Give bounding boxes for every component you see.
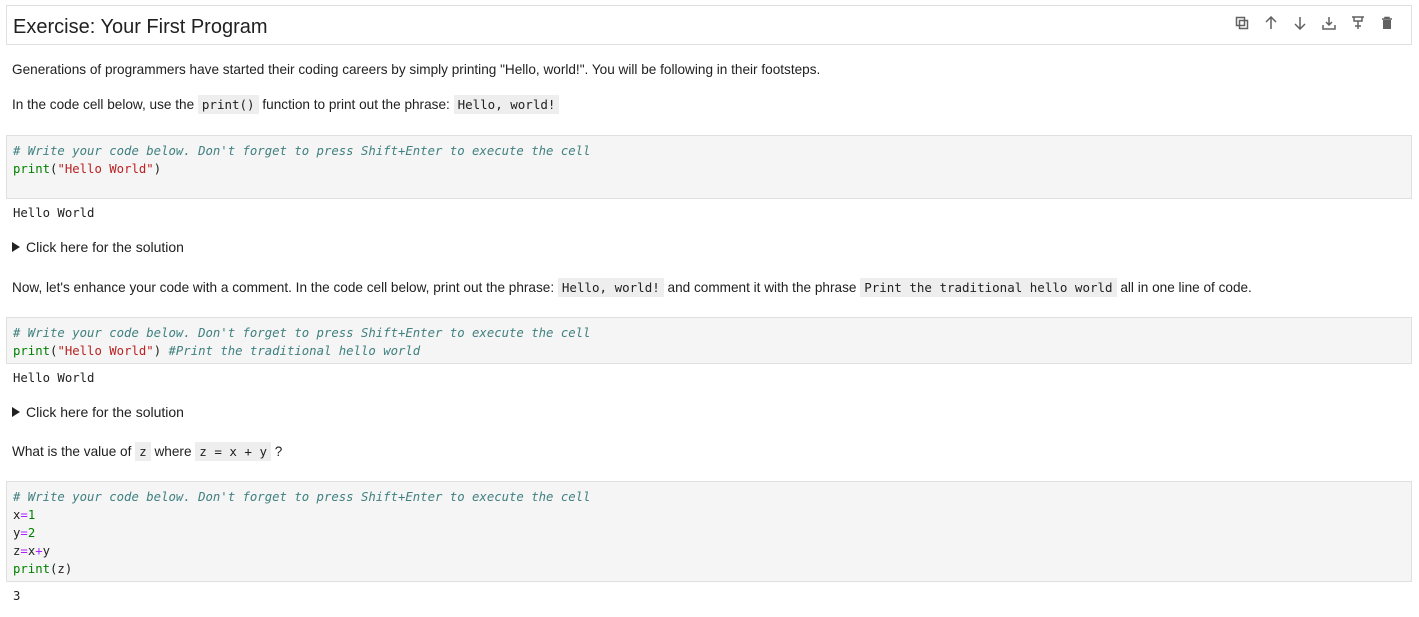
code-comment: # Write your code below. Don't forget to… bbox=[13, 144, 591, 158]
question-paragraph: What is the value of z where z = x + y ? bbox=[12, 442, 283, 461]
code-operator: = bbox=[20, 544, 28, 558]
inline-code: z bbox=[135, 442, 151, 461]
cell-toolbar bbox=[1231, 12, 1397, 33]
code-function: print bbox=[13, 162, 51, 176]
inline-code: Hello, world! bbox=[453, 95, 560, 114]
inline-code: Print the traditional hello world bbox=[860, 278, 1117, 297]
disclosure-triangle-icon bbox=[12, 407, 20, 417]
code-number: 2 bbox=[27, 526, 36, 540]
instruction-paragraph-1: In the code cell below, use the print() … bbox=[12, 95, 560, 114]
disclosure-triangle-icon bbox=[12, 242, 20, 252]
code-argument: (z) bbox=[50, 562, 73, 576]
page-title: Exercise: Your First Program bbox=[13, 16, 268, 38]
code-operator: = bbox=[20, 508, 28, 522]
text: Now, let's enhance your code with a comm… bbox=[12, 280, 558, 295]
text: What is the value of bbox=[12, 444, 136, 459]
code-number: 1 bbox=[27, 508, 36, 522]
solution-toggle-1[interactable]: Click here for the solution bbox=[12, 239, 184, 255]
markdown-header-cell[interactable]: Exercise: Your First Program bbox=[6, 5, 1412, 45]
text: all in one line of code. bbox=[1116, 280, 1252, 295]
cell-output-1: Hello World bbox=[13, 206, 95, 220]
code-function: print bbox=[13, 562, 51, 576]
cell-output-2: Hello World bbox=[13, 371, 95, 385]
text: where bbox=[150, 444, 196, 459]
move-down-icon[interactable] bbox=[1289, 12, 1310, 33]
code-line: x=1 bbox=[13, 506, 1405, 524]
code-line: print("Hello World") bbox=[13, 160, 1405, 178]
inline-code: print() bbox=[197, 95, 259, 114]
code-line: z=x+y bbox=[13, 542, 1405, 560]
inline-code: z = x + y bbox=[195, 442, 272, 461]
text: In the code cell below, use the bbox=[12, 97, 198, 112]
code-variable: y bbox=[42, 544, 51, 558]
text: ? bbox=[271, 444, 283, 459]
intro-paragraph: Generations of programmers have started … bbox=[12, 62, 821, 77]
solution-label: Click here for the solution bbox=[26, 404, 184, 420]
code-comment: # Write your code below. Don't forget to… bbox=[13, 326, 591, 340]
solution-label: Click here for the solution bbox=[26, 239, 184, 255]
code-string: "Hello World" bbox=[57, 162, 154, 176]
insert-above-icon[interactable] bbox=[1318, 12, 1339, 33]
instruction-paragraph-2: Now, let's enhance your code with a comm… bbox=[12, 278, 1252, 297]
inline-code: Hello, world! bbox=[557, 278, 664, 297]
code-line: y=2 bbox=[13, 524, 1405, 542]
code-line: print(z) bbox=[13, 560, 1405, 578]
code-paren: ) bbox=[153, 344, 169, 358]
delete-icon[interactable] bbox=[1376, 12, 1397, 33]
code-string: "Hello World" bbox=[57, 344, 154, 358]
insert-below-icon[interactable] bbox=[1347, 12, 1368, 33]
code-cell-3[interactable]: # Write your code below. Don't forget to… bbox=[6, 481, 1412, 582]
code-inline-comment: #Print the traditional hello world bbox=[168, 344, 421, 358]
code-line: print("Hello World") #Print the traditio… bbox=[13, 342, 1405, 360]
code-paren: ) bbox=[153, 162, 162, 176]
move-up-icon[interactable] bbox=[1260, 12, 1281, 33]
code-operator: + bbox=[35, 544, 43, 558]
code-comment: # Write your code below. Don't forget to… bbox=[13, 490, 591, 504]
code-cell-2[interactable]: # Write your code below. Don't forget to… bbox=[6, 317, 1412, 364]
solution-toggle-2[interactable]: Click here for the solution bbox=[12, 404, 184, 420]
text: function to print out the phrase: bbox=[258, 97, 454, 112]
text: and comment it with the phrase bbox=[663, 280, 861, 295]
code-cell-1[interactable]: # Write your code below. Don't forget to… bbox=[6, 135, 1412, 199]
cell-output-3: 3 bbox=[13, 589, 21, 603]
duplicate-icon[interactable] bbox=[1231, 12, 1252, 33]
code-function: print bbox=[13, 344, 51, 358]
code-operator: = bbox=[20, 526, 28, 540]
